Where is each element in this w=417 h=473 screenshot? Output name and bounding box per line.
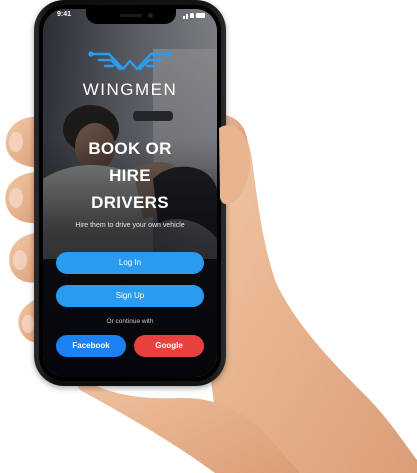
battery-icon (196, 13, 205, 18)
phone-frame: 9:41 WINGMEN BOOK OR HIRE DRIVERS Hire t… (34, 0, 226, 386)
login-button[interactable]: Log In (56, 252, 204, 274)
tagline: Hire them to drive your own vehicle (75, 222, 185, 229)
continue-with-text: Or continue with (106, 318, 154, 325)
phone-notch (86, 9, 176, 24)
speaker-grille (120, 14, 142, 17)
signal-icon (183, 16, 185, 19)
wings-logo-icon (88, 51, 172, 71)
google-login-button[interactable]: Google (134, 335, 204, 357)
brand-name: WINGMEN (82, 80, 178, 99)
wifi-icon (190, 13, 194, 18)
headline-line-2: HIRE (109, 166, 151, 185)
signup-button[interactable]: Sign Up (56, 285, 204, 307)
facebook-login-button[interactable]: Facebook (56, 335, 126, 357)
headline-line-1: BOOK OR (88, 139, 172, 158)
mockup-stage: 9:41 WINGMEN BOOK OR HIRE DRIVERS Hire t… (0, 0, 417, 473)
headline-line-3: DRIVERS (91, 193, 169, 212)
phone-screen: 9:41 WINGMEN BOOK OR HIRE DRIVERS Hire t… (43, 9, 217, 377)
front-camera (148, 13, 153, 18)
signal-icon-bar (186, 14, 188, 19)
status-icons (183, 12, 205, 19)
status-time: 9:41 (57, 11, 72, 18)
